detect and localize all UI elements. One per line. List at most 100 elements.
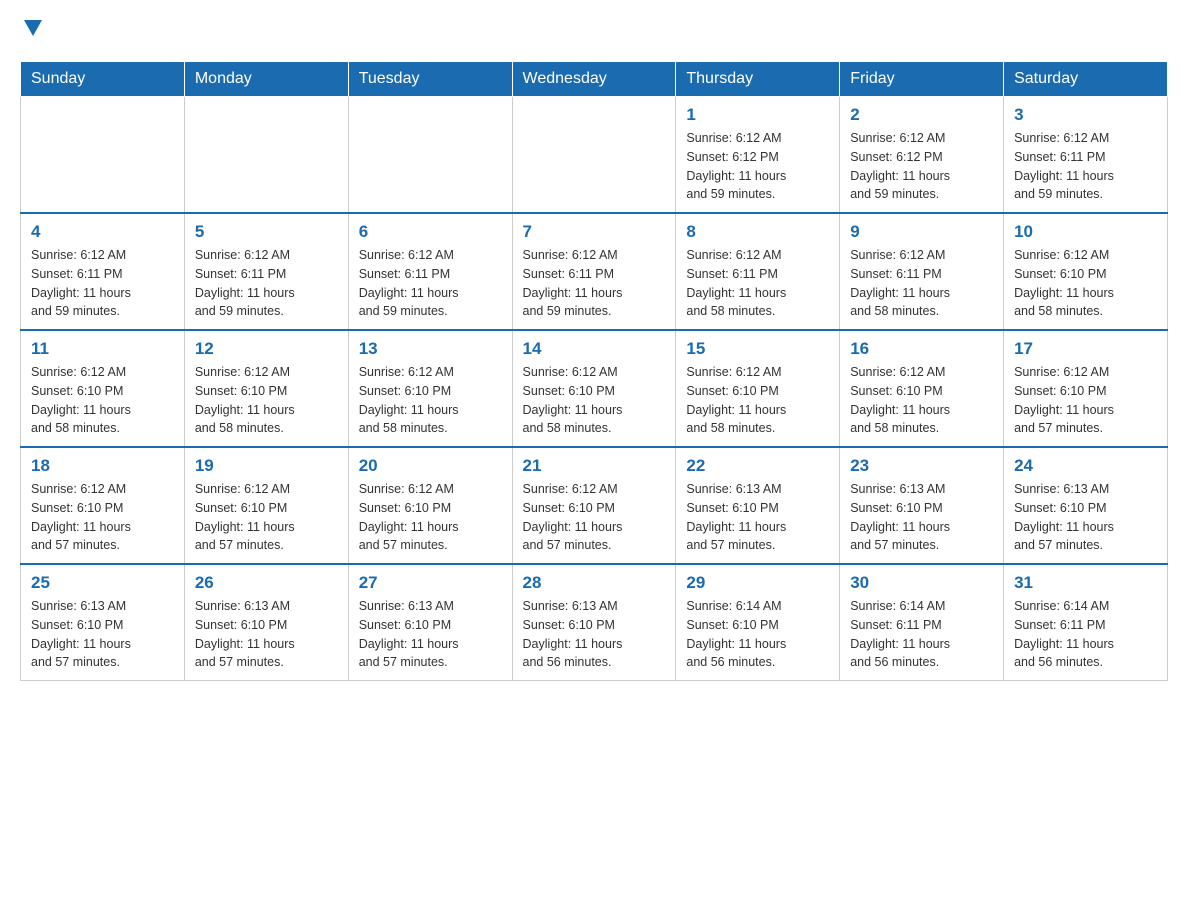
day-number: 14 — [523, 339, 666, 359]
weekday-header-row: SundayMondayTuesdayWednesdayThursdayFrid… — [21, 62, 1168, 97]
calendar-cell: 31 Sunrise: 6:14 AMSunset: 6:11 PMDayligh… — [1004, 564, 1168, 681]
weekday-header-tuesday: Tuesday — [348, 62, 512, 97]
weekday-header-wednesday: Wednesday — [512, 62, 676, 97]
day-info: Sunrise: 6:12 AMSunset: 6:11 PMDaylight:… — [195, 246, 338, 321]
calendar-cell: 29 Sunrise: 6:14 AMSunset: 6:10 PMDayligh… — [676, 564, 840, 681]
calendar-table: SundayMondayTuesdayWednesdayThursdayFrid… — [20, 61, 1168, 681]
day-info: Sunrise: 6:12 AMSunset: 6:11 PMDaylight:… — [686, 246, 829, 321]
calendar-cell: 26 Sunrise: 6:13 AMSunset: 6:10 PMDayligh… — [184, 564, 348, 681]
day-info: Sunrise: 6:12 AMSunset: 6:10 PMDaylight:… — [31, 363, 174, 438]
day-number: 15 — [686, 339, 829, 359]
day-number: 16 — [850, 339, 993, 359]
day-info: Sunrise: 6:12 AMSunset: 6:10 PMDaylight:… — [686, 363, 829, 438]
calendar-cell: 23 Sunrise: 6:13 AMSunset: 6:10 PMDayligh… — [840, 447, 1004, 564]
calendar-cell: 17 Sunrise: 6:12 AMSunset: 6:10 PMDayligh… — [1004, 330, 1168, 447]
day-info: Sunrise: 6:12 AMSunset: 6:10 PMDaylight:… — [523, 480, 666, 555]
calendar-cell: 11 Sunrise: 6:12 AMSunset: 6:10 PMDayligh… — [21, 330, 185, 447]
day-info: Sunrise: 6:13 AMSunset: 6:10 PMDaylight:… — [359, 597, 502, 672]
calendar-cell: 27 Sunrise: 6:13 AMSunset: 6:10 PMDayligh… — [348, 564, 512, 681]
calendar-cell: 13 Sunrise: 6:12 AMSunset: 6:10 PMDayligh… — [348, 330, 512, 447]
day-number: 21 — [523, 456, 666, 476]
page-header — [20, 20, 1168, 41]
day-info: Sunrise: 6:12 AMSunset: 6:10 PMDaylight:… — [195, 363, 338, 438]
day-info: Sunrise: 6:12 AMSunset: 6:10 PMDaylight:… — [850, 363, 993, 438]
day-info: Sunrise: 6:14 AMSunset: 6:10 PMDaylight:… — [686, 597, 829, 672]
calendar-cell — [348, 97, 512, 214]
day-info: Sunrise: 6:12 AMSunset: 6:10 PMDaylight:… — [359, 363, 502, 438]
calendar-cell: 15 Sunrise: 6:12 AMSunset: 6:10 PMDayligh… — [676, 330, 840, 447]
calendar-cell: 25 Sunrise: 6:13 AMSunset: 6:10 PMDayligh… — [21, 564, 185, 681]
weekday-header-friday: Friday — [840, 62, 1004, 97]
day-info: Sunrise: 6:12 AMSunset: 6:12 PMDaylight:… — [850, 129, 993, 204]
day-number: 9 — [850, 222, 993, 242]
day-number: 1 — [686, 105, 829, 125]
day-number: 17 — [1014, 339, 1157, 359]
calendar-week-row: 11 Sunrise: 6:12 AMSunset: 6:10 PMDayligh… — [21, 330, 1168, 447]
day-info: Sunrise: 6:12 AMSunset: 6:11 PMDaylight:… — [359, 246, 502, 321]
day-number: 4 — [31, 222, 174, 242]
weekday-header-thursday: Thursday — [676, 62, 840, 97]
day-number: 25 — [31, 573, 174, 593]
calendar-cell — [184, 97, 348, 214]
calendar-cell — [21, 97, 185, 214]
calendar-cell: 4 Sunrise: 6:12 AMSunset: 6:11 PMDaylight… — [21, 213, 185, 330]
day-number: 27 — [359, 573, 502, 593]
weekday-header-sunday: Sunday — [21, 62, 185, 97]
day-number: 31 — [1014, 573, 1157, 593]
calendar-cell: 1Sunrise: 6:12 AMSunset: 6:12 PMDaylight… — [676, 97, 840, 214]
day-info: Sunrise: 6:12 AMSunset: 6:10 PMDaylight:… — [31, 480, 174, 555]
day-number: 6 — [359, 222, 502, 242]
day-number: 11 — [31, 339, 174, 359]
day-info: Sunrise: 6:12 AMSunset: 6:10 PMDaylight:… — [1014, 363, 1157, 438]
day-number: 7 — [523, 222, 666, 242]
day-number: 13 — [359, 339, 502, 359]
calendar-cell: 18 Sunrise: 6:12 AMSunset: 6:10 PMDayligh… — [21, 447, 185, 564]
day-number: 20 — [359, 456, 502, 476]
day-info: Sunrise: 6:12 AMSunset: 6:11 PMDaylight:… — [850, 246, 993, 321]
day-info: Sunrise: 6:13 AMSunset: 6:10 PMDaylight:… — [850, 480, 993, 555]
calendar-cell — [512, 97, 676, 214]
day-info: Sunrise: 6:12 AMSunset: 6:11 PMDaylight:… — [31, 246, 174, 321]
day-number: 19 — [195, 456, 338, 476]
day-number: 12 — [195, 339, 338, 359]
day-info: Sunrise: 6:12 AMSunset: 6:11 PMDaylight:… — [523, 246, 666, 321]
calendar-cell: 12 Sunrise: 6:12 AMSunset: 6:10 PMDayligh… — [184, 330, 348, 447]
day-info: Sunrise: 6:12 AMSunset: 6:10 PMDaylight:… — [1014, 246, 1157, 321]
calendar-cell: 22Sunrise: 6:13 AMSunset: 6:10 PMDayligh… — [676, 447, 840, 564]
calendar-cell: 30Sunrise: 6:14 AMSunset: 6:11 PMDayligh… — [840, 564, 1004, 681]
calendar-cell: 24Sunrise: 6:13 AMSunset: 6:10 PMDayligh… — [1004, 447, 1168, 564]
calendar-week-row: 1 Sunrise: 6:12 AMSunset: 6:12 PMDaylight… — [21, 97, 1168, 214]
day-number: 10 — [1014, 222, 1157, 242]
day-info: Sunrise: 6:14 AMSunset: 6:11 PMDaylight:… — [1014, 597, 1157, 672]
day-info: Sunrise: 6:12 AMSunset: 6:10 PMDaylight:… — [195, 480, 338, 555]
calendar-cell: 20Sunrise: 6:12 AMSunset: 6:10 PMDayligh… — [348, 447, 512, 564]
day-info: Sunrise: 6:13 AMSunset: 6:10 PMDaylight:… — [31, 597, 174, 672]
day-number: 29 — [686, 573, 829, 593]
day-number: 8 — [686, 222, 829, 242]
calendar-cell: 7 Sunrise: 6:12 AMSunset: 6:11 PMDaylight… — [512, 213, 676, 330]
day-info: Sunrise: 6:13 AMSunset: 6:10 PMDaylight:… — [523, 597, 666, 672]
day-number: 22 — [686, 456, 829, 476]
calendar-cell: 6 Sunrise: 6:12 AMSunset: 6:11 PMDaylight… — [348, 213, 512, 330]
logo-triangle-icon — [24, 20, 42, 41]
calendar-cell: 21 Sunrise: 6:12 AMSunset: 6:10 PMDayligh… — [512, 447, 676, 564]
day-info: Sunrise: 6:13 AMSunset: 6:10 PMDaylight:… — [195, 597, 338, 672]
day-number: 28 — [523, 573, 666, 593]
calendar-week-row: 18 Sunrise: 6:12 AMSunset: 6:10 PMDayligh… — [21, 447, 1168, 564]
calendar-cell: 2 Sunrise: 6:12 AMSunset: 6:12 PMDaylight… — [840, 97, 1004, 214]
calendar-week-row: 4 Sunrise: 6:12 AMSunset: 6:11 PMDaylight… — [21, 213, 1168, 330]
calendar-week-row: 25 Sunrise: 6:13 AMSunset: 6:10 PMDayligh… — [21, 564, 1168, 681]
day-number: 23 — [850, 456, 993, 476]
day-number: 3 — [1014, 105, 1157, 125]
day-number: 2 — [850, 105, 993, 125]
weekday-header-saturday: Saturday — [1004, 62, 1168, 97]
calendar-cell: 19 Sunrise: 6:12 AMSunset: 6:10 PMDayligh… — [184, 447, 348, 564]
logo — [20, 20, 42, 41]
day-info: Sunrise: 6:12 AMSunset: 6:10 PMDaylight:… — [523, 363, 666, 438]
calendar-cell: 16 Sunrise: 6:12 AMSunset: 6:10 PMDayligh… — [840, 330, 1004, 447]
day-number: 26 — [195, 573, 338, 593]
calendar-cell: 3Sunrise: 6:12 AMSunset: 6:11 PMDaylight… — [1004, 97, 1168, 214]
calendar-cell: 28 Sunrise: 6:13 AMSunset: 6:10 PMDayligh… — [512, 564, 676, 681]
day-number: 30 — [850, 573, 993, 593]
day-number: 18 — [31, 456, 174, 476]
